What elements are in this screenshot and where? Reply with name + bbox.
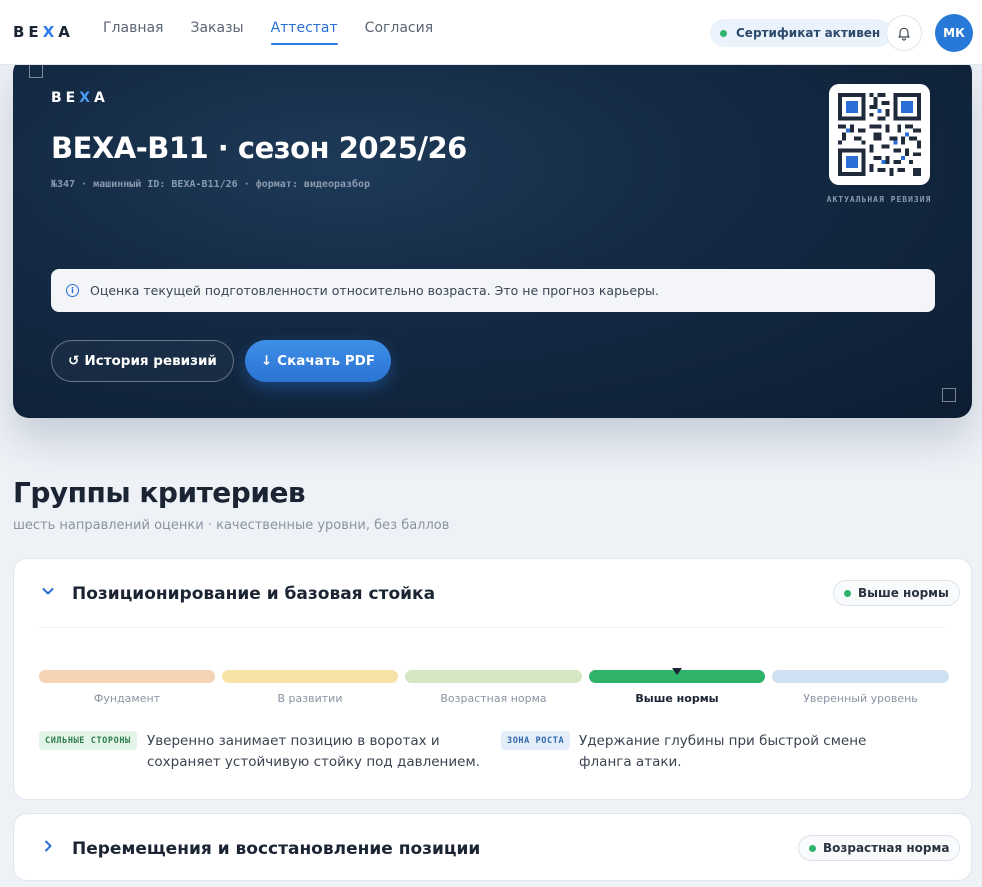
download-pdf-button[interactable]: ↓ Скачать PDF xyxy=(245,340,391,382)
brand-logo[interactable]: BEXA xyxy=(13,23,74,41)
brand-logo-part1: BE xyxy=(13,23,43,41)
nav-item-orders[interactable]: Заказы xyxy=(190,20,243,46)
level-badge: Выше нормы xyxy=(833,580,960,606)
certificate-title: BEXA-B11 · сезон 2025/26 xyxy=(51,131,467,165)
level-badge: Возрастная норма xyxy=(798,835,961,861)
level-badge-text: Возрастная норма xyxy=(823,841,950,855)
certificate-hero-card: BEXA BEXA-B11 · сезон 2025/26 №347 · маш… xyxy=(13,57,972,418)
collapse-toggle[interactable] xyxy=(40,583,56,599)
download-pdf-label: Скачать PDF xyxy=(277,353,376,369)
assessment-info-text: Оценка текущей подготовленности относите… xyxy=(90,283,659,298)
bell-icon xyxy=(898,27,910,41)
nav-item-consents[interactable]: Согласия xyxy=(365,20,433,46)
status-dot-icon xyxy=(720,29,727,37)
hero-brand-logo: BEXA xyxy=(51,90,109,106)
download-arrow-icon: ↓ xyxy=(260,353,273,369)
info-icon: i xyxy=(66,284,79,297)
scale-label-above-norm: Выше нормы xyxy=(635,692,719,705)
notifications-button[interactable] xyxy=(886,15,922,51)
growth-zone-tag: ЗОНА РОСТА xyxy=(501,731,571,750)
scale-label-age-norm: Возрастная норма xyxy=(440,692,547,705)
level-dot-icon xyxy=(844,589,851,597)
history-icon: ↺ xyxy=(68,353,80,369)
qr-code[interactable] xyxy=(829,84,930,185)
criteria-card: Позиционирование и базовая стойка Выше н… xyxy=(13,558,972,800)
brand-logo-accent: X xyxy=(42,23,59,41)
nav-item-certificate[interactable]: Аттестат xyxy=(270,20,338,46)
brand-logo-part2: A xyxy=(58,23,74,41)
scale-segment-confident xyxy=(772,670,949,683)
hero-brand-accent: X xyxy=(79,90,95,106)
scale-segment-foundation xyxy=(39,670,215,683)
hero-brand-part2: A xyxy=(94,90,109,106)
chevron-down-icon xyxy=(42,588,54,595)
scale-label-foundation: Фундамент xyxy=(93,692,161,705)
section-title: Группы критериев xyxy=(13,476,306,509)
main-nav: Главная Заказы Аттестат Согласия xyxy=(103,20,460,46)
scale-segment-developing xyxy=(222,670,398,683)
strengths-text: Уверенно занимает позицию в воротах и со… xyxy=(147,733,480,770)
criteria-card: Перемещения и восстановление позиции Воз… xyxy=(13,813,972,881)
scale-label-confident: Уверенный уровень xyxy=(803,692,918,705)
strengths-tag: СИЛЬНЫЕ СТОРОНЫ xyxy=(39,731,137,750)
corner-frame-top-left xyxy=(29,64,43,78)
growth-zone-text: Удержание глубины при быстрой смене флан… xyxy=(579,733,867,770)
level-dot-icon xyxy=(809,844,816,852)
user-avatar[interactable]: МК xyxy=(935,14,973,52)
scale-segment-age-norm xyxy=(405,670,582,683)
qr-caption: АКТУАЛЬНАЯ РЕВИЗИЯ xyxy=(826,195,932,204)
certificate-meta: №347 · машинный ID: BEXA-B11/26 · формат… xyxy=(51,179,371,190)
level-badge-text: Выше нормы xyxy=(858,586,949,600)
section-subtitle: шесть направлений оценки · качественные … xyxy=(13,518,450,533)
current-level-marker-icon xyxy=(672,668,682,675)
card-divider xyxy=(39,627,946,628)
certificate-status-badge: Сертификат активен xyxy=(710,19,893,47)
expand-toggle[interactable] xyxy=(40,838,56,854)
nav-item-home[interactable]: Главная xyxy=(103,20,163,46)
criteria-title[interactable]: Перемещения и восстановление позиции xyxy=(72,839,480,859)
revision-history-button[interactable]: ↺ История ревизий xyxy=(51,340,234,382)
corner-frame-bottom-right xyxy=(942,388,956,402)
assessment-info-banner: i Оценка текущей подготовленности относи… xyxy=(51,269,935,312)
scale-label-developing: В развитии xyxy=(277,692,343,705)
revision-history-label: История ревизий xyxy=(84,353,217,369)
certificate-status-text: Сертификат активен xyxy=(736,26,881,40)
qr-code-icon xyxy=(838,93,921,176)
level-scale: Фундамент В развитии Возрастная норма Вы… xyxy=(39,668,949,710)
top-navigation-bar: BEXA Главная Заказы Аттестат Согласия Се… xyxy=(0,0,982,65)
criteria-title[interactable]: Позиционирование и базовая стойка xyxy=(72,584,435,604)
chevron-right-icon xyxy=(45,840,52,852)
hero-brand-part1: BE xyxy=(51,90,80,106)
